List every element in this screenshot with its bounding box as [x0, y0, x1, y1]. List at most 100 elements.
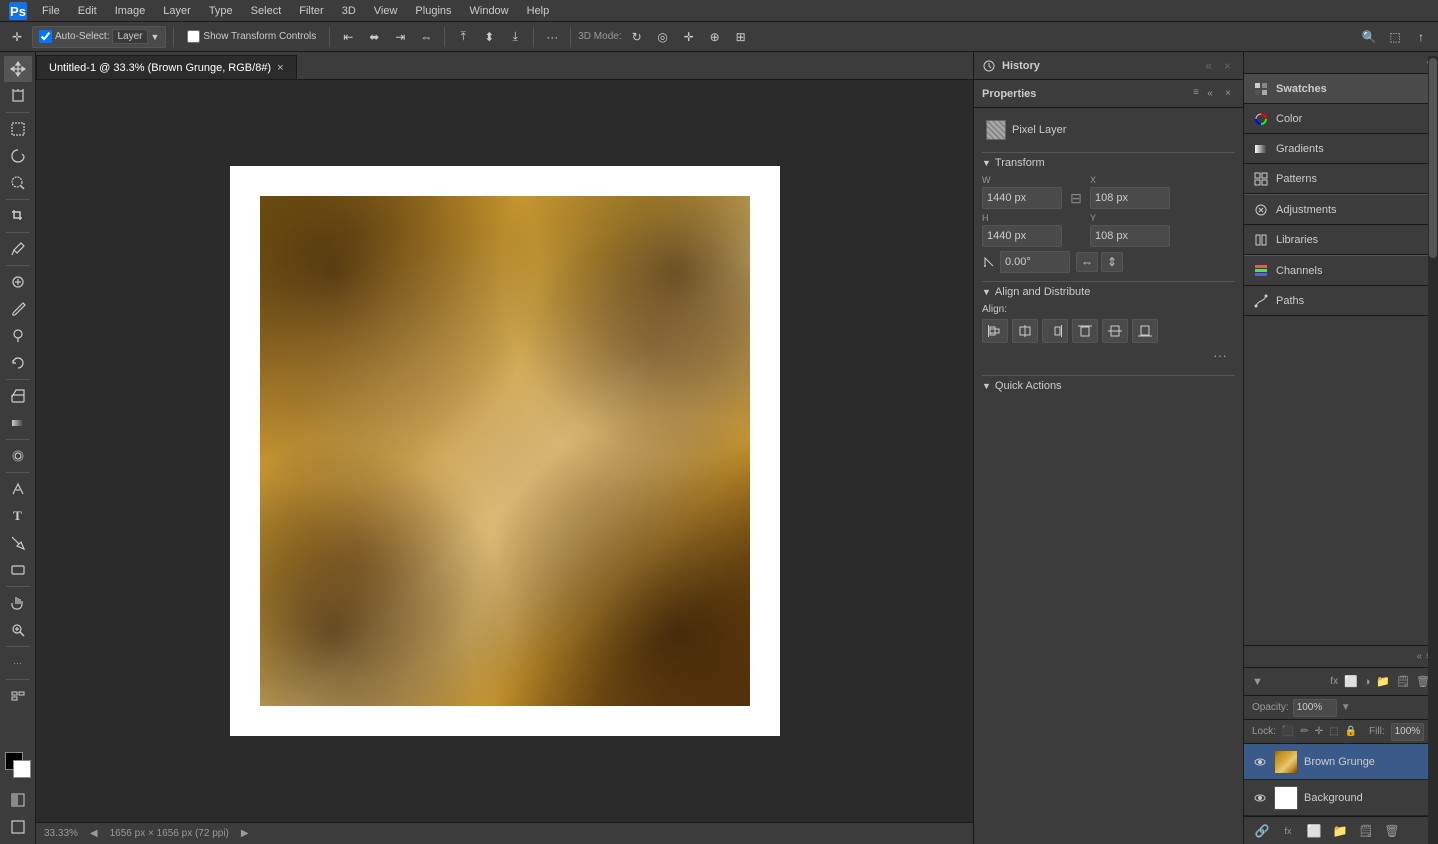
layer-delete-btn[interactable]: 🗑 — [1382, 821, 1402, 841]
gradients-panel-item[interactable]: Gradients — [1244, 134, 1438, 164]
menu-layer[interactable]: Layer — [155, 3, 199, 19]
transform-checkbox[interactable] — [187, 30, 200, 43]
lock-artboard2-icon[interactable]: ⬚ — [1329, 726, 1338, 737]
layer-item-background[interactable]: Background — [1244, 780, 1438, 816]
paths-panel-item[interactable]: Paths — [1244, 286, 1438, 316]
transform-controls-toggle[interactable]: Show Transform Controls — [181, 26, 322, 48]
workspace-icon[interactable]: ⬚ — [1384, 26, 1406, 48]
layer-fx-btn[interactable]: fx — [1278, 821, 1298, 841]
3d-pan-icon[interactable]: ✛ — [678, 26, 700, 48]
layer-group-icon[interactable]: 📁 — [1376, 675, 1390, 688]
edit-toolbar-btn[interactable] — [4, 683, 32, 709]
scrollbar-thumb[interactable] — [1429, 58, 1437, 258]
adjustments-panel-item[interactable]: Adjustments — [1244, 195, 1438, 225]
w-input[interactable]: 1440 px — [982, 187, 1062, 209]
3d-rotate-icon[interactable]: ↻ — [626, 26, 648, 48]
menu-window[interactable]: Window — [462, 3, 517, 19]
move-tool-indicator[interactable]: ✛ — [6, 26, 28, 48]
properties-menu-icon[interactable]: ≡ — [1193, 87, 1199, 101]
properties-close-btn[interactable]: × — [1221, 87, 1235, 101]
canvas-container[interactable] — [36, 80, 973, 822]
lock-pixels-icon[interactable]: ⬛ — [1282, 726, 1294, 737]
lock-position-icon[interactable]: ✏ — [1300, 726, 1308, 737]
distribute-h-icon[interactable]: ⇔ — [415, 26, 437, 48]
color-panel-item[interactable]: Color — [1244, 104, 1438, 134]
blur-tool[interactable] — [4, 443, 32, 469]
align-center-h-icon[interactable]: ⬌ — [363, 26, 385, 48]
hand-tool[interactable] — [4, 590, 32, 616]
menu-filter[interactable]: Filter — [291, 3, 331, 19]
fill-input[interactable]: 100% — [1391, 723, 1425, 741]
more-tools-btn[interactable]: ··· — [4, 650, 32, 676]
move-tool[interactable] — [4, 56, 32, 82]
auto-select-checkbox[interactable] — [39, 30, 52, 43]
align-left-btn[interactable] — [982, 319, 1008, 343]
align-right-icon[interactable]: ⇥ — [389, 26, 411, 48]
pen-tool[interactable] — [4, 476, 32, 502]
transform-header[interactable]: ▼ Transform — [982, 157, 1235, 169]
layer-dropdown-icon[interactable]: ▼ — [151, 32, 160, 42]
quick-actions-header[interactable]: ▼ Quick Actions — [982, 380, 1235, 392]
lock-artboard-icon[interactable]: ✛ — [1315, 726, 1323, 737]
layer-filter-icon[interactable]: ▼ — [1252, 676, 1263, 688]
nav-arrow-next[interactable]: ▶ — [241, 828, 249, 839]
layers-collapse-btn[interactable]: « — [1417, 651, 1423, 662]
h-input[interactable]: 1440 px — [982, 225, 1062, 247]
channels-panel-item[interactable]: Channels — [1244, 256, 1438, 286]
align-center-btn[interactable] — [1012, 319, 1038, 343]
align-bottom-icon[interactable]: ⤓ — [504, 26, 526, 48]
y-input[interactable]: 108 px — [1090, 225, 1170, 247]
gradient-tool[interactable] — [4, 410, 32, 436]
lock-all-icon[interactable]: 🔒 — [1345, 726, 1357, 737]
3d-roll-icon[interactable]: ◎ — [652, 26, 674, 48]
zoom-tool[interactable] — [4, 617, 32, 643]
more-ellipsis-btn[interactable]: ··· — [1207, 345, 1233, 365]
swatches-header[interactable]: Swatches — [1244, 74, 1438, 104]
layer-item-brown-grunge[interactable]: Brown Grunge — [1244, 744, 1438, 780]
patterns-panel-item[interactable]: Patterns — [1244, 164, 1438, 194]
3d-slide-icon[interactable]: ⊕ — [704, 26, 726, 48]
align-middle-btn[interactable] — [1102, 319, 1128, 343]
opacity-input[interactable]: 100% — [1293, 699, 1337, 717]
eraser-tool[interactable] — [4, 383, 32, 409]
path-select-tool[interactable] — [4, 530, 32, 556]
opacity-dropdown[interactable]: ▼ — [1341, 702, 1351, 713]
libraries-panel-item[interactable]: Libraries — [1244, 225, 1438, 255]
lasso-tool[interactable] — [4, 143, 32, 169]
layer-mask-icon[interactable]: ⬜ — [1344, 675, 1358, 688]
layer-eye-brown-grunge[interactable] — [1252, 754, 1268, 770]
layer-link-btn[interactable]: 🔗 — [1252, 821, 1272, 841]
layer-adjust-icon[interactable]: ◑ — [1364, 676, 1371, 688]
layer-group-btn[interactable]: 📁 — [1330, 821, 1350, 841]
angle-input[interactable]: 0.00° — [1000, 251, 1070, 273]
artboard-tool[interactable] — [4, 83, 32, 109]
auto-select-toggle[interactable]: Auto-Select: Layer ▼ — [32, 26, 166, 48]
eyedropper-tool[interactable] — [4, 236, 32, 262]
layer-select[interactable]: Layer — [112, 29, 147, 44]
menu-image[interactable]: Image — [107, 3, 154, 19]
align-bottom-btn[interactable] — [1132, 319, 1158, 343]
layer-mask-btn[interactable]: ⬜ — [1304, 821, 1324, 841]
layer-link-icon[interactable]: fx — [1330, 676, 1338, 687]
layer-eye-background[interactable] — [1252, 790, 1268, 806]
menu-3d[interactable]: 3D — [334, 3, 364, 19]
menu-edit[interactable]: Edit — [70, 3, 105, 19]
tab-close-btn[interactable]: × — [277, 62, 283, 74]
align-top-btn[interactable] — [1072, 319, 1098, 343]
menu-plugins[interactable]: Plugins — [407, 3, 459, 19]
3d-scale-icon[interactable]: ⊞ — [730, 26, 752, 48]
align-left-icon[interactable]: ⇤ — [337, 26, 359, 48]
history-brush-tool[interactable] — [4, 350, 32, 376]
menu-select[interactable]: Select — [243, 3, 290, 19]
link-constraint-icon[interactable]: ⊟ — [1066, 190, 1086, 207]
background-color[interactable] — [13, 760, 31, 778]
flip-v-btn[interactable]: ⇕ — [1101, 252, 1123, 272]
flip-h-btn[interactable]: ⇔ — [1076, 252, 1098, 272]
rectangular-marquee-tool[interactable] — [4, 116, 32, 142]
screen-mode-btn[interactable] — [4, 814, 32, 840]
share-icon[interactable]: ↑ — [1410, 26, 1432, 48]
align-right-btn[interactable] — [1042, 319, 1068, 343]
align-header[interactable]: ▼ Align and Distribute — [982, 286, 1235, 298]
search-icon[interactable]: 🔍 — [1358, 26, 1380, 48]
layer-new-btn[interactable]: 🗒 — [1356, 821, 1376, 841]
